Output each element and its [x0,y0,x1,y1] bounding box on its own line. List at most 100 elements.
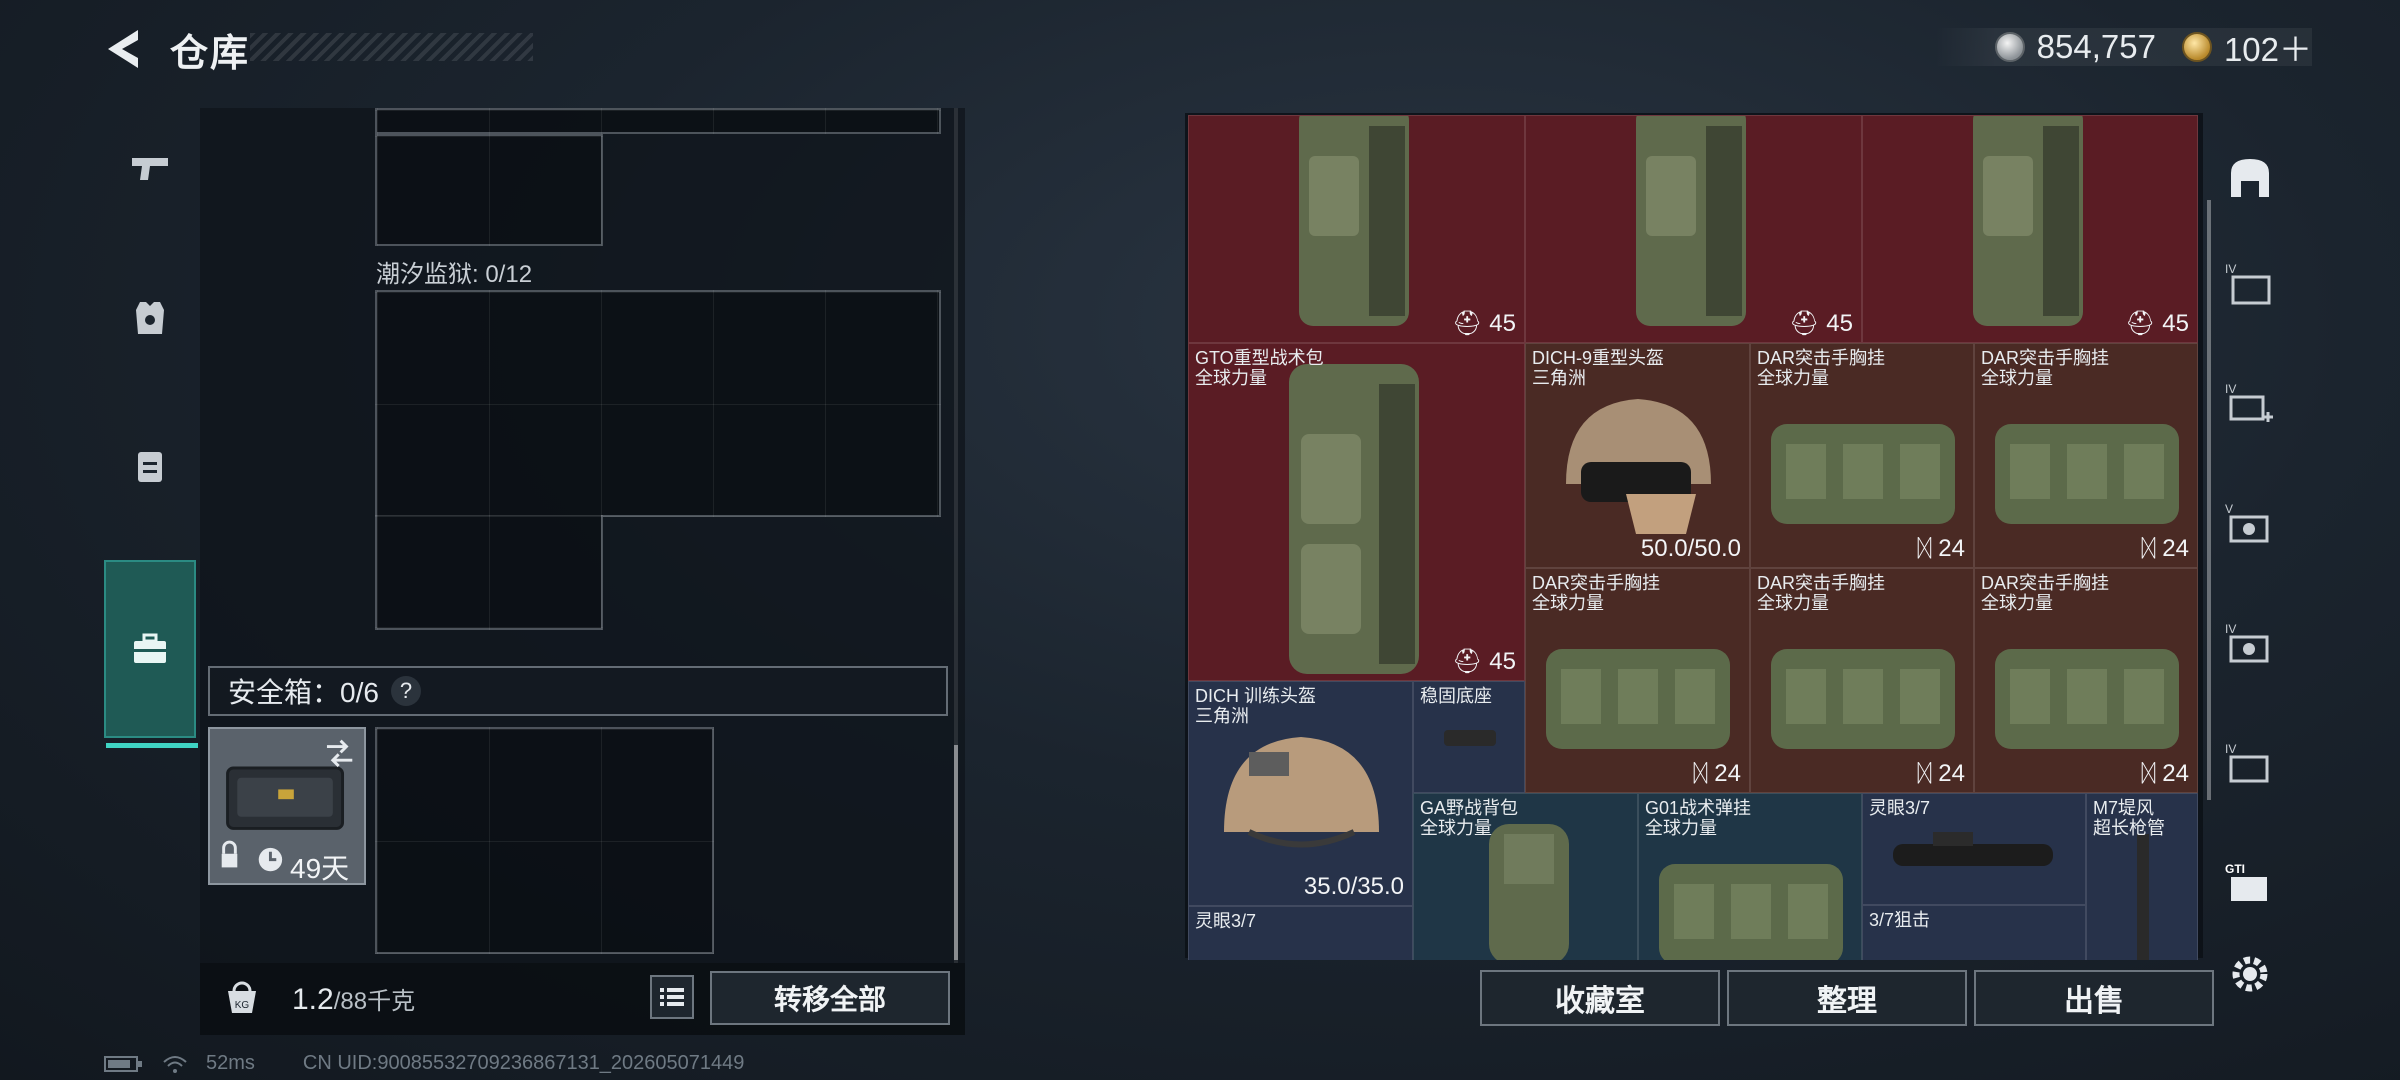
item-name: 3/7狙击 [1869,910,1931,930]
organize-button[interactable]: 整理 [1727,970,1967,1026]
safebox-slot[interactable]: 49天 [208,727,366,885]
nav-backpack[interactable] [104,406,196,526]
stash-item[interactable]: ⛑ 45 [1525,115,1862,343]
list-view-button[interactable] [650,975,694,1019]
stash-item[interactable]: 稳固底座 [1413,681,1525,793]
weight-bar: KG 1.2/88千克 转移全部 [200,963,965,1035]
help-icon[interactable]: ? [390,676,421,706]
gold-coin-amount[interactable]: 102＋ [2224,23,2312,71]
item-name: M7堤风 超长枪管 [2093,798,2165,838]
stash-tab-1[interactable]: IV [2212,248,2288,324]
upper-container-grid-top[interactable] [375,108,941,134]
nav-weapons[interactable] [104,108,196,228]
transfer-all-button[interactable]: 转移全部 [710,971,950,1025]
item-count: ᛞ 24 [1917,535,1965,562]
stash-item[interactable]: G01战术弹挂 全球力量 [1638,793,1862,960]
item-name: DICH-9重型头盔 三角洲 [1532,348,1665,388]
stash-item[interactable]: DICH-9重型头盔 三角洲 50.0/50.0 [1525,343,1750,568]
stash-item[interactable]: DICH 训练头盔 三角洲 35.0/35.0 [1188,681,1413,906]
stash-item[interactable]: 3/7狙击 [1862,905,2086,960]
tactical-backpack-icon [1289,364,1419,674]
stash-item[interactable]: DAR突击手胸挂 全球力量 ᛞ 24 [1525,568,1750,793]
item-name: GTO重型战术包 全球力量 [1195,348,1324,388]
item-name: DAR突击手胸挂 全球力量 [1757,573,1886,613]
nav-armor[interactable] [104,258,196,378]
currency-display: 854,757 102＋ [1934,28,2312,68]
item-durability: 50.0/50.0 [1640,535,1741,562]
item-count: ⛑ 45 [1452,648,1516,675]
item-name: 灵眼3/7 [1195,911,1257,931]
settings-button[interactable] [2212,936,2288,1012]
stash-item[interactable]: M7堤风 超长枪管 [2086,793,2198,960]
page-title: 仓库 [170,33,251,75]
active-tab-indicator [106,743,198,748]
lvl5-case-icon: V [2225,502,2269,543]
stash-item[interactable]: 灵眼3/7 [1188,906,1413,960]
stash-grid: ⛑ 45 ⛑ 45 ⛑ 45 GTO重型战术包 全球力量 ⛑ 45 DICH-9重… [1188,115,2198,960]
item-name: 灵眼3/7 [1869,798,1931,818]
title-decoration [250,33,533,61]
backpack-icon [138,452,162,482]
wifi-icon [163,1055,187,1073]
stash-tab-3[interactable]: V [2212,488,2288,564]
item-count: ⛑ 45 [1452,310,1516,337]
stash-item[interactable]: DAR突击手胸挂 全球力量 ᛞ 24 [1750,568,1974,793]
stash-tab-4[interactable]: IV [2212,608,2288,684]
stash-item[interactable]: GA野战背包 全球力量 [1413,793,1638,960]
nav-stash-case[interactable] [104,560,198,748]
item-name: DAR突击手胸挂 全球力量 [1981,573,2110,613]
item-durability: 35.0/35.0 [1303,873,1404,900]
stash-tab-2[interactable]: IV [2212,368,2288,444]
pistol-icon [132,158,168,180]
stash-item[interactable]: DAR突击手胸挂 全球力量 ᛞ 24 [1974,568,2198,793]
gold-coin-icon [2181,32,2212,62]
container-grid-lower[interactable] [375,515,603,630]
weight-current: 1.2 [292,983,334,1016]
stash-tab-shelf[interactable] [2212,140,2288,216]
stash-item[interactable]: 灵眼3/7 [1862,793,2086,905]
container-capacity-label: 潮汐监狱: 0/12 [376,261,533,288]
lvl4-add-icon: IV [2225,382,2273,422]
safebox-label: 安全箱：0/6 [228,677,379,708]
collection-room-button[interactable]: 收藏室 [1480,970,1720,1026]
item-count: ᛞ 24 [1917,760,1965,787]
weight-icon: KG [228,981,256,1013]
stash-item[interactable]: DAR突击手胸挂 全球力量 ᛞ 24 [1750,343,1974,568]
item-name: GA野战背包 全球力量 [1420,798,1519,838]
weight-max: /88千克 [333,988,416,1015]
stash-item[interactable]: DAR突击手胸挂 全球力量 ᛞ 24 [1974,343,2198,568]
lvl4-case-icon: IV [2225,622,2269,663]
back-button[interactable] [100,24,150,74]
upper-container-grid[interactable] [375,134,603,246]
stash-tab-5[interactable]: IV [2212,728,2288,804]
list-icon [660,988,684,1006]
safebox-timer: 49天 [290,853,350,884]
lvl4-container-icon: IV [2225,742,2269,783]
helmet-shelf-icon [2231,159,2269,197]
stash-scroll-thumb[interactable] [2207,200,2211,800]
item-name: DAR突击手胸挂 全球力量 [1757,348,1886,388]
svg-text:IV: IV [2225,382,2236,396]
container-grid-main[interactable] [375,290,941,517]
stash-item[interactable]: ⛑ 45 [1862,115,2198,343]
svg-text:KG: KG [235,1000,250,1011]
item-count: ᛞ 24 [2141,535,2189,562]
stash-item[interactable]: ⛑ 45 [1188,115,1525,343]
item-count: ⛑ 45 [1789,310,1853,337]
stash-tab-6[interactable]: GTI [2212,848,2288,924]
safebox-grid[interactable] [375,727,714,954]
svg-text:V: V [2225,502,2233,516]
left-category-nav [104,108,198,748]
uid-text: CN UID:90085532709236867131_202605071449 [302,1052,745,1074]
briefcase-icon [134,633,166,663]
item-count: ᛞ 24 [2141,760,2189,787]
stash-item[interactable]: GTO重型战术包 全球力量 ⛑ 45 [1188,343,1525,681]
item-name: 稳固底座 [1420,686,1492,706]
silver-coin-icon [1994,32,2025,62]
silver-coin-amount: 854,757 [2036,28,2156,65]
svg-text:IV: IV [2225,262,2236,276]
left-scroll-thumb[interactable] [954,745,958,960]
settings-icon [2232,956,2268,992]
sell-button[interactable]: 出售 [1974,970,2214,1026]
item-name: G01战术弹挂 全球力量 [1645,798,1752,838]
